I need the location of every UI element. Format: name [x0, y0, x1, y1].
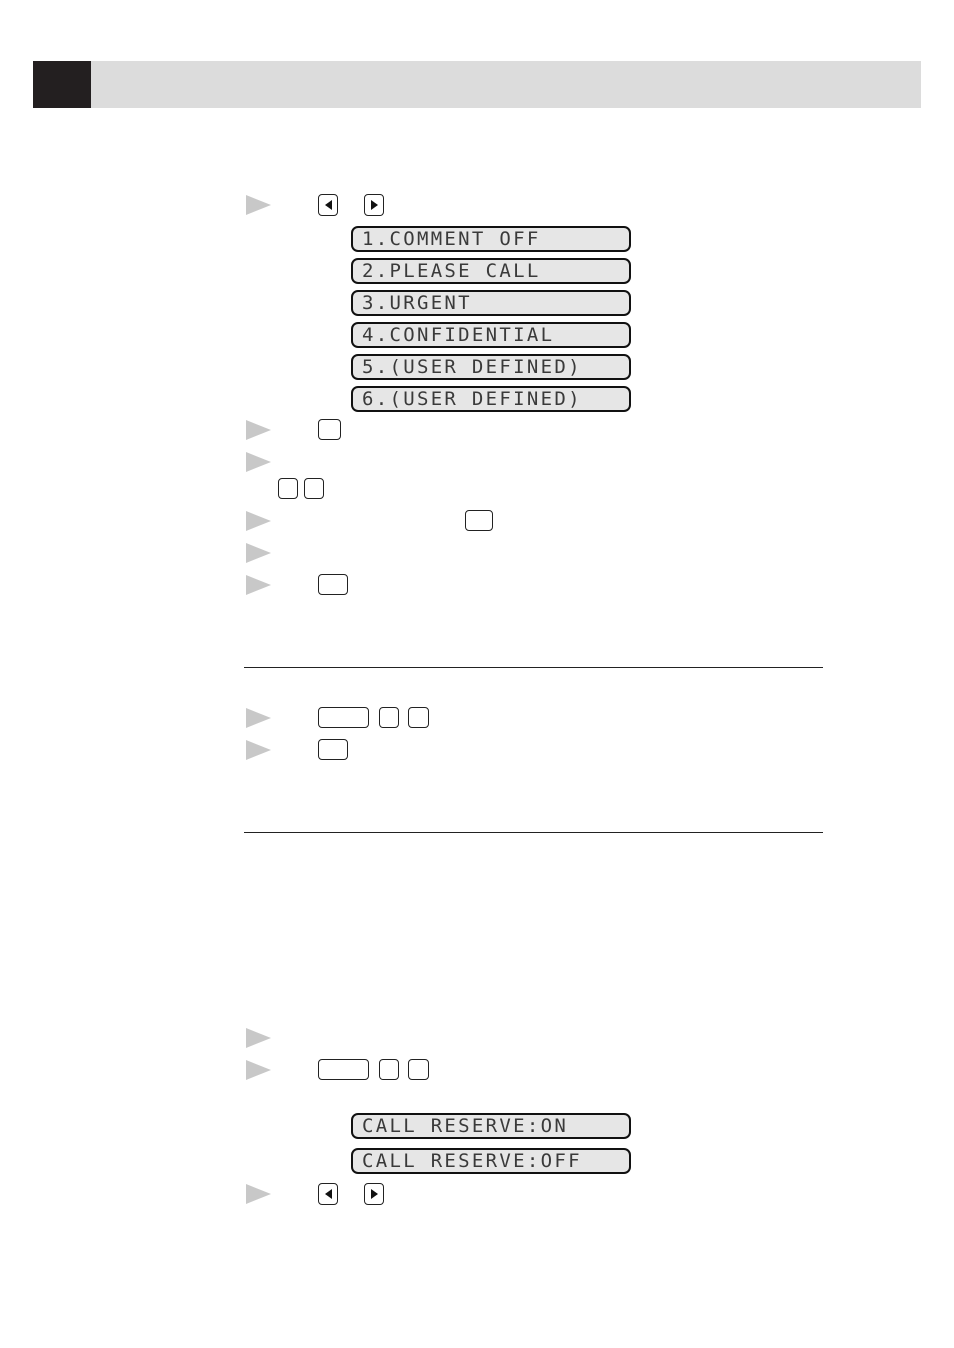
function-key[interactable] [318, 1059, 369, 1080]
page-header-bar [33, 61, 921, 108]
lcd-option-5: 5.(USER DEFINED) [351, 354, 631, 380]
right-arrow-key[interactable] [364, 1183, 384, 1205]
number-key-2[interactable] [408, 1059, 429, 1080]
left-arrow-key[interactable] [318, 194, 338, 216]
section-divider [244, 667, 823, 668]
lcd-call-reserve-off: CALL RESERVE:OFF [351, 1148, 631, 1174]
step-bullet-icon [246, 420, 271, 440]
lcd-option-2: 2.PLEASE CALL [351, 258, 631, 284]
lcd-call-reserve-on: CALL RESERVE:ON [351, 1113, 631, 1139]
right-arrow-icon [370, 200, 378, 210]
stop-key[interactable] [318, 574, 348, 595]
function-key[interactable] [318, 707, 369, 728]
set-key[interactable] [318, 419, 341, 440]
left-arrow-key[interactable] [318, 1183, 338, 1205]
step-bullet-icon [246, 575, 271, 595]
step-bullet-icon [246, 511, 271, 531]
step-bullet-icon [246, 195, 271, 215]
lcd-option-4: 4.CONFIDENTIAL [351, 322, 631, 348]
step-bullet-icon [246, 1060, 271, 1080]
number-key-1[interactable] [379, 1059, 399, 1080]
right-arrow-icon [370, 1189, 378, 1199]
number-key-2[interactable] [408, 707, 429, 728]
number-key-2[interactable] [304, 478, 324, 499]
step-bullet-icon [246, 452, 271, 472]
chapter-tab [33, 61, 91, 108]
inline-key[interactable] [465, 510, 493, 531]
step-bullet-icon [246, 543, 271, 563]
step-bullet-icon [246, 708, 271, 728]
section-divider [244, 832, 823, 833]
lcd-option-6: 6.(USER DEFINED) [351, 386, 631, 412]
right-arrow-key[interactable] [364, 194, 384, 216]
lcd-option-3: 3.URGENT [351, 290, 631, 316]
lcd-option-1: 1.COMMENT OFF [351, 226, 631, 252]
step-bullet-icon [246, 1028, 271, 1048]
step-bullet-icon [246, 740, 271, 760]
number-key-1[interactable] [379, 707, 399, 728]
number-key-1[interactable] [278, 478, 298, 499]
left-arrow-icon [324, 1189, 332, 1199]
left-arrow-icon [324, 200, 332, 210]
step-bullet-icon [246, 1184, 271, 1204]
stop-key[interactable] [318, 739, 348, 760]
